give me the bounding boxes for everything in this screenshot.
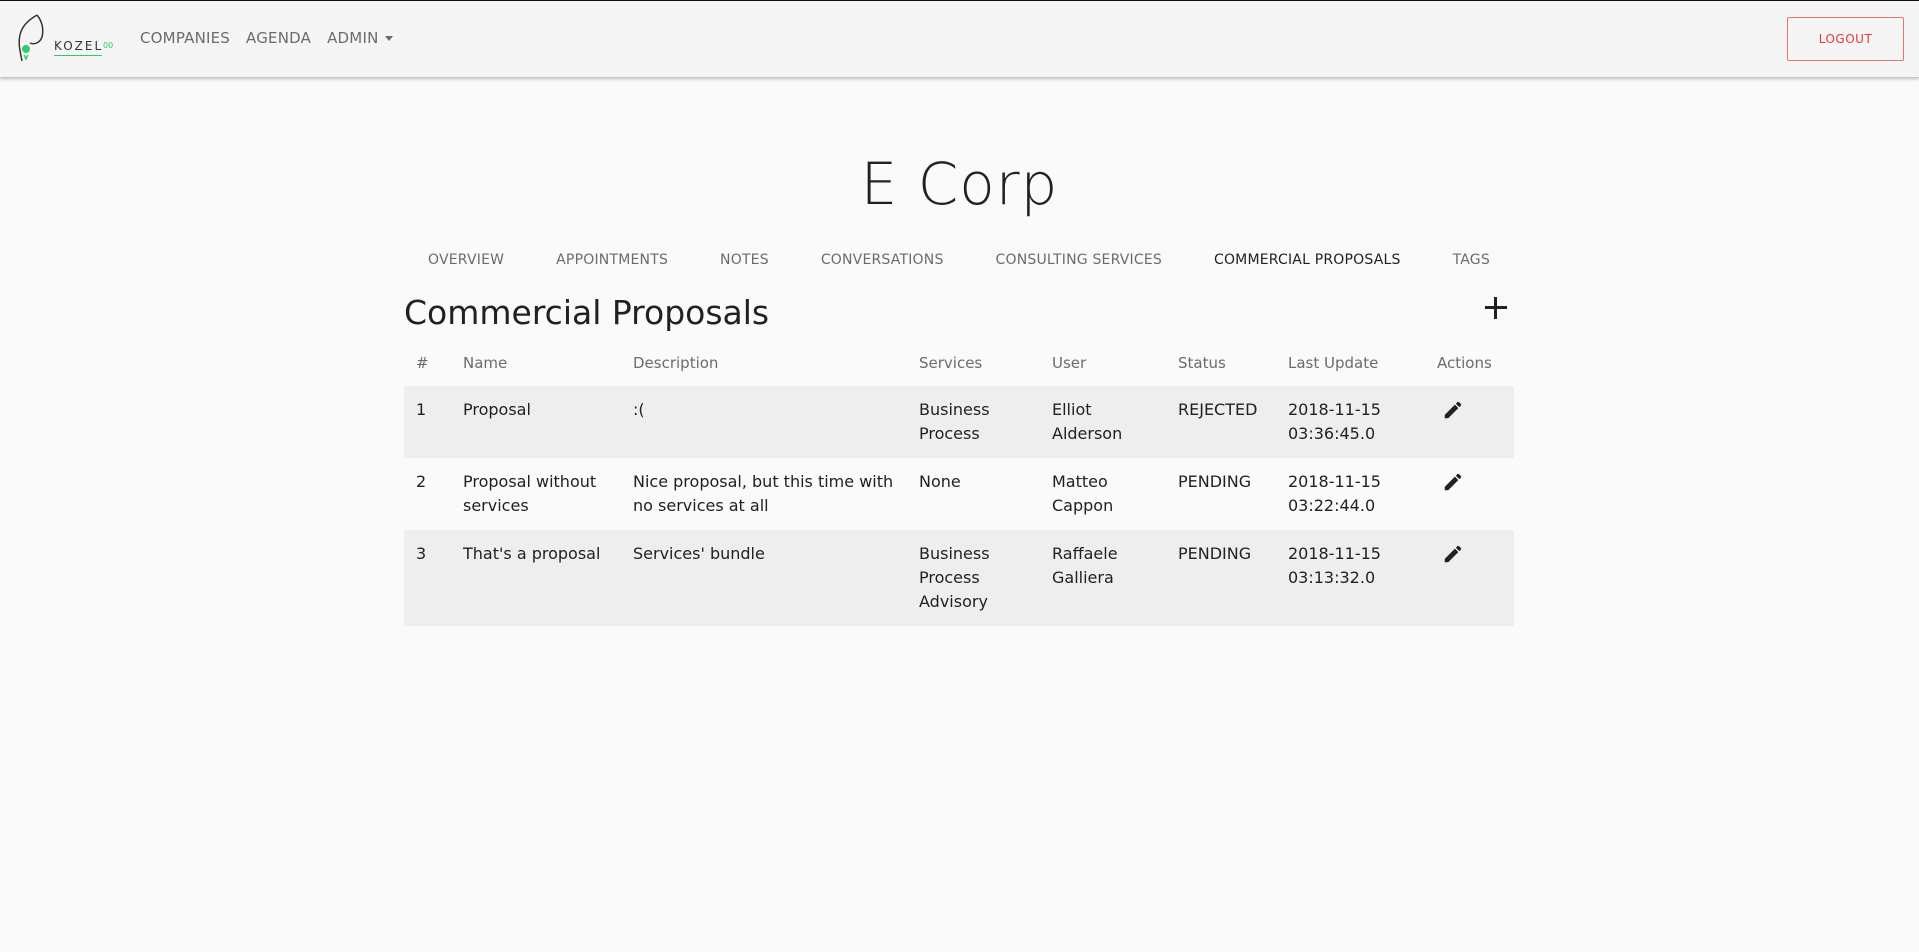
service-item: Advisory — [919, 592, 988, 611]
column-header-name: Name — [463, 354, 508, 372]
column-header-last-update: Last Update — [1288, 354, 1379, 372]
cell-services: None — [907, 458, 1040, 530]
tab-consulting-services[interactable]: CONSULTING SERVICES — [996, 252, 1162, 268]
section-title: Commercial Proposals — [404, 293, 770, 332]
service-item: Business Process — [919, 400, 990, 443]
update-date: 2018-11-15 — [1288, 472, 1381, 491]
column-header-actions: Actions — [1437, 354, 1492, 372]
cell-actions — [1425, 386, 1514, 458]
pencil-icon[interactable] — [1442, 471, 1464, 493]
cell-actions — [1425, 530, 1514, 626]
update-date: 2018-11-15 — [1288, 400, 1381, 419]
tab-appointments[interactable]: APPOINTMENTS — [556, 252, 668, 268]
update-time: 03:22:44.0 — [1288, 496, 1376, 515]
logo-suffix: 00 — [103, 41, 114, 50]
cell-number: 1 — [404, 386, 451, 458]
tab-tags[interactable]: TAGS — [1453, 252, 1490, 268]
cell-status: PENDING — [1178, 472, 1252, 491]
column-header-user: User — [1052, 354, 1087, 372]
column-header-description: Description — [633, 354, 719, 372]
nav-agenda[interactable]: AGENDA — [246, 29, 311, 47]
tab-notes[interactable]: NOTES — [720, 252, 769, 268]
cell-user: Matteo Cappon — [1052, 472, 1114, 515]
update-time: 03:36:45.0 — [1288, 424, 1376, 443]
chevron-down-icon — [384, 36, 393, 41]
column-header-number: # — [416, 354, 429, 372]
service-item: None — [919, 472, 961, 491]
top-navbar: KOZEL 00 COMPANIES AGENDA ADMIN LOGOUT — [0, 1, 1919, 78]
update-time: 03:13:32.0 — [1288, 568, 1376, 587]
cell-number: 2 — [416, 472, 427, 491]
cell-status: PENDING — [1166, 530, 1276, 626]
cell-name: Proposal — [451, 386, 621, 458]
table-row: 3 That's a proposal Services' bundle Bus… — [404, 530, 1514, 626]
cell-description: Services' bundle — [621, 530, 907, 626]
cell-services: Business Process Advisory — [907, 530, 1040, 626]
cell-last-update: 2018-11-15 03:36:45.0 — [1276, 386, 1425, 458]
column-header-status: Status — [1178, 354, 1226, 372]
proposals-table: # Name Description Services User Status … — [404, 340, 1514, 626]
cell-services: Business Process — [907, 386, 1040, 458]
column-header-services: Services — [919, 354, 983, 372]
cell-user: Raffaele Galliera — [1040, 530, 1166, 626]
elephant-logo-icon — [18, 14, 44, 62]
cell-name: Proposal without services — [463, 472, 597, 515]
pencil-icon[interactable] — [1442, 399, 1464, 421]
nav-admin-label: ADMIN — [327, 29, 379, 47]
main-nav: COMPANIES AGENDA ADMIN — [140, 29, 393, 47]
logo-text: KOZEL — [54, 39, 104, 53]
cell-last-update: 2018-11-15 03:22:44.0 — [1276, 458, 1425, 530]
table-row: 1 Proposal :( Business Process Elliot Al… — [404, 386, 1514, 458]
cell-status: REJECTED — [1166, 386, 1276, 458]
logout-button[interactable]: LOGOUT — [1787, 17, 1904, 61]
company-name: E Corp — [860, 150, 1059, 218]
company-tabs: OVERVIEW APPOINTMENTS NOTES CONVERSATION… — [404, 252, 1514, 268]
brand-logo[interactable]: KOZEL 00 — [12, 13, 120, 65]
table-header-row: # Name Description Services User Status … — [404, 340, 1514, 386]
cell-number: 3 — [404, 530, 451, 626]
cell-name: That's a proposal — [451, 530, 621, 626]
tab-overview[interactable]: OVERVIEW — [428, 252, 504, 268]
table-row: 2 Proposal without services Nice proposa… — [404, 458, 1514, 530]
nav-companies[interactable]: COMPANIES — [140, 29, 230, 47]
cell-description: :( — [621, 386, 907, 458]
cell-last-update: 2018-11-15 03:13:32.0 — [1276, 530, 1425, 626]
cell-description: Nice proposal, but this time with no ser… — [633, 472, 894, 515]
cell-actions — [1425, 458, 1514, 530]
add-proposal-button[interactable] — [1482, 294, 1510, 322]
tab-conversations[interactable]: CONVERSATIONS — [821, 252, 944, 268]
logo-underline — [54, 55, 102, 56]
tab-commercial-proposals[interactable]: COMMERCIAL PROPOSALS — [1214, 252, 1401, 268]
service-item: Business Process — [919, 544, 990, 587]
update-date: 2018-11-15 — [1288, 544, 1381, 563]
pencil-icon[interactable] — [1442, 543, 1464, 565]
cell-user: Elliot Alderson — [1040, 386, 1166, 458]
nav-admin-dropdown[interactable]: ADMIN — [327, 29, 393, 47]
